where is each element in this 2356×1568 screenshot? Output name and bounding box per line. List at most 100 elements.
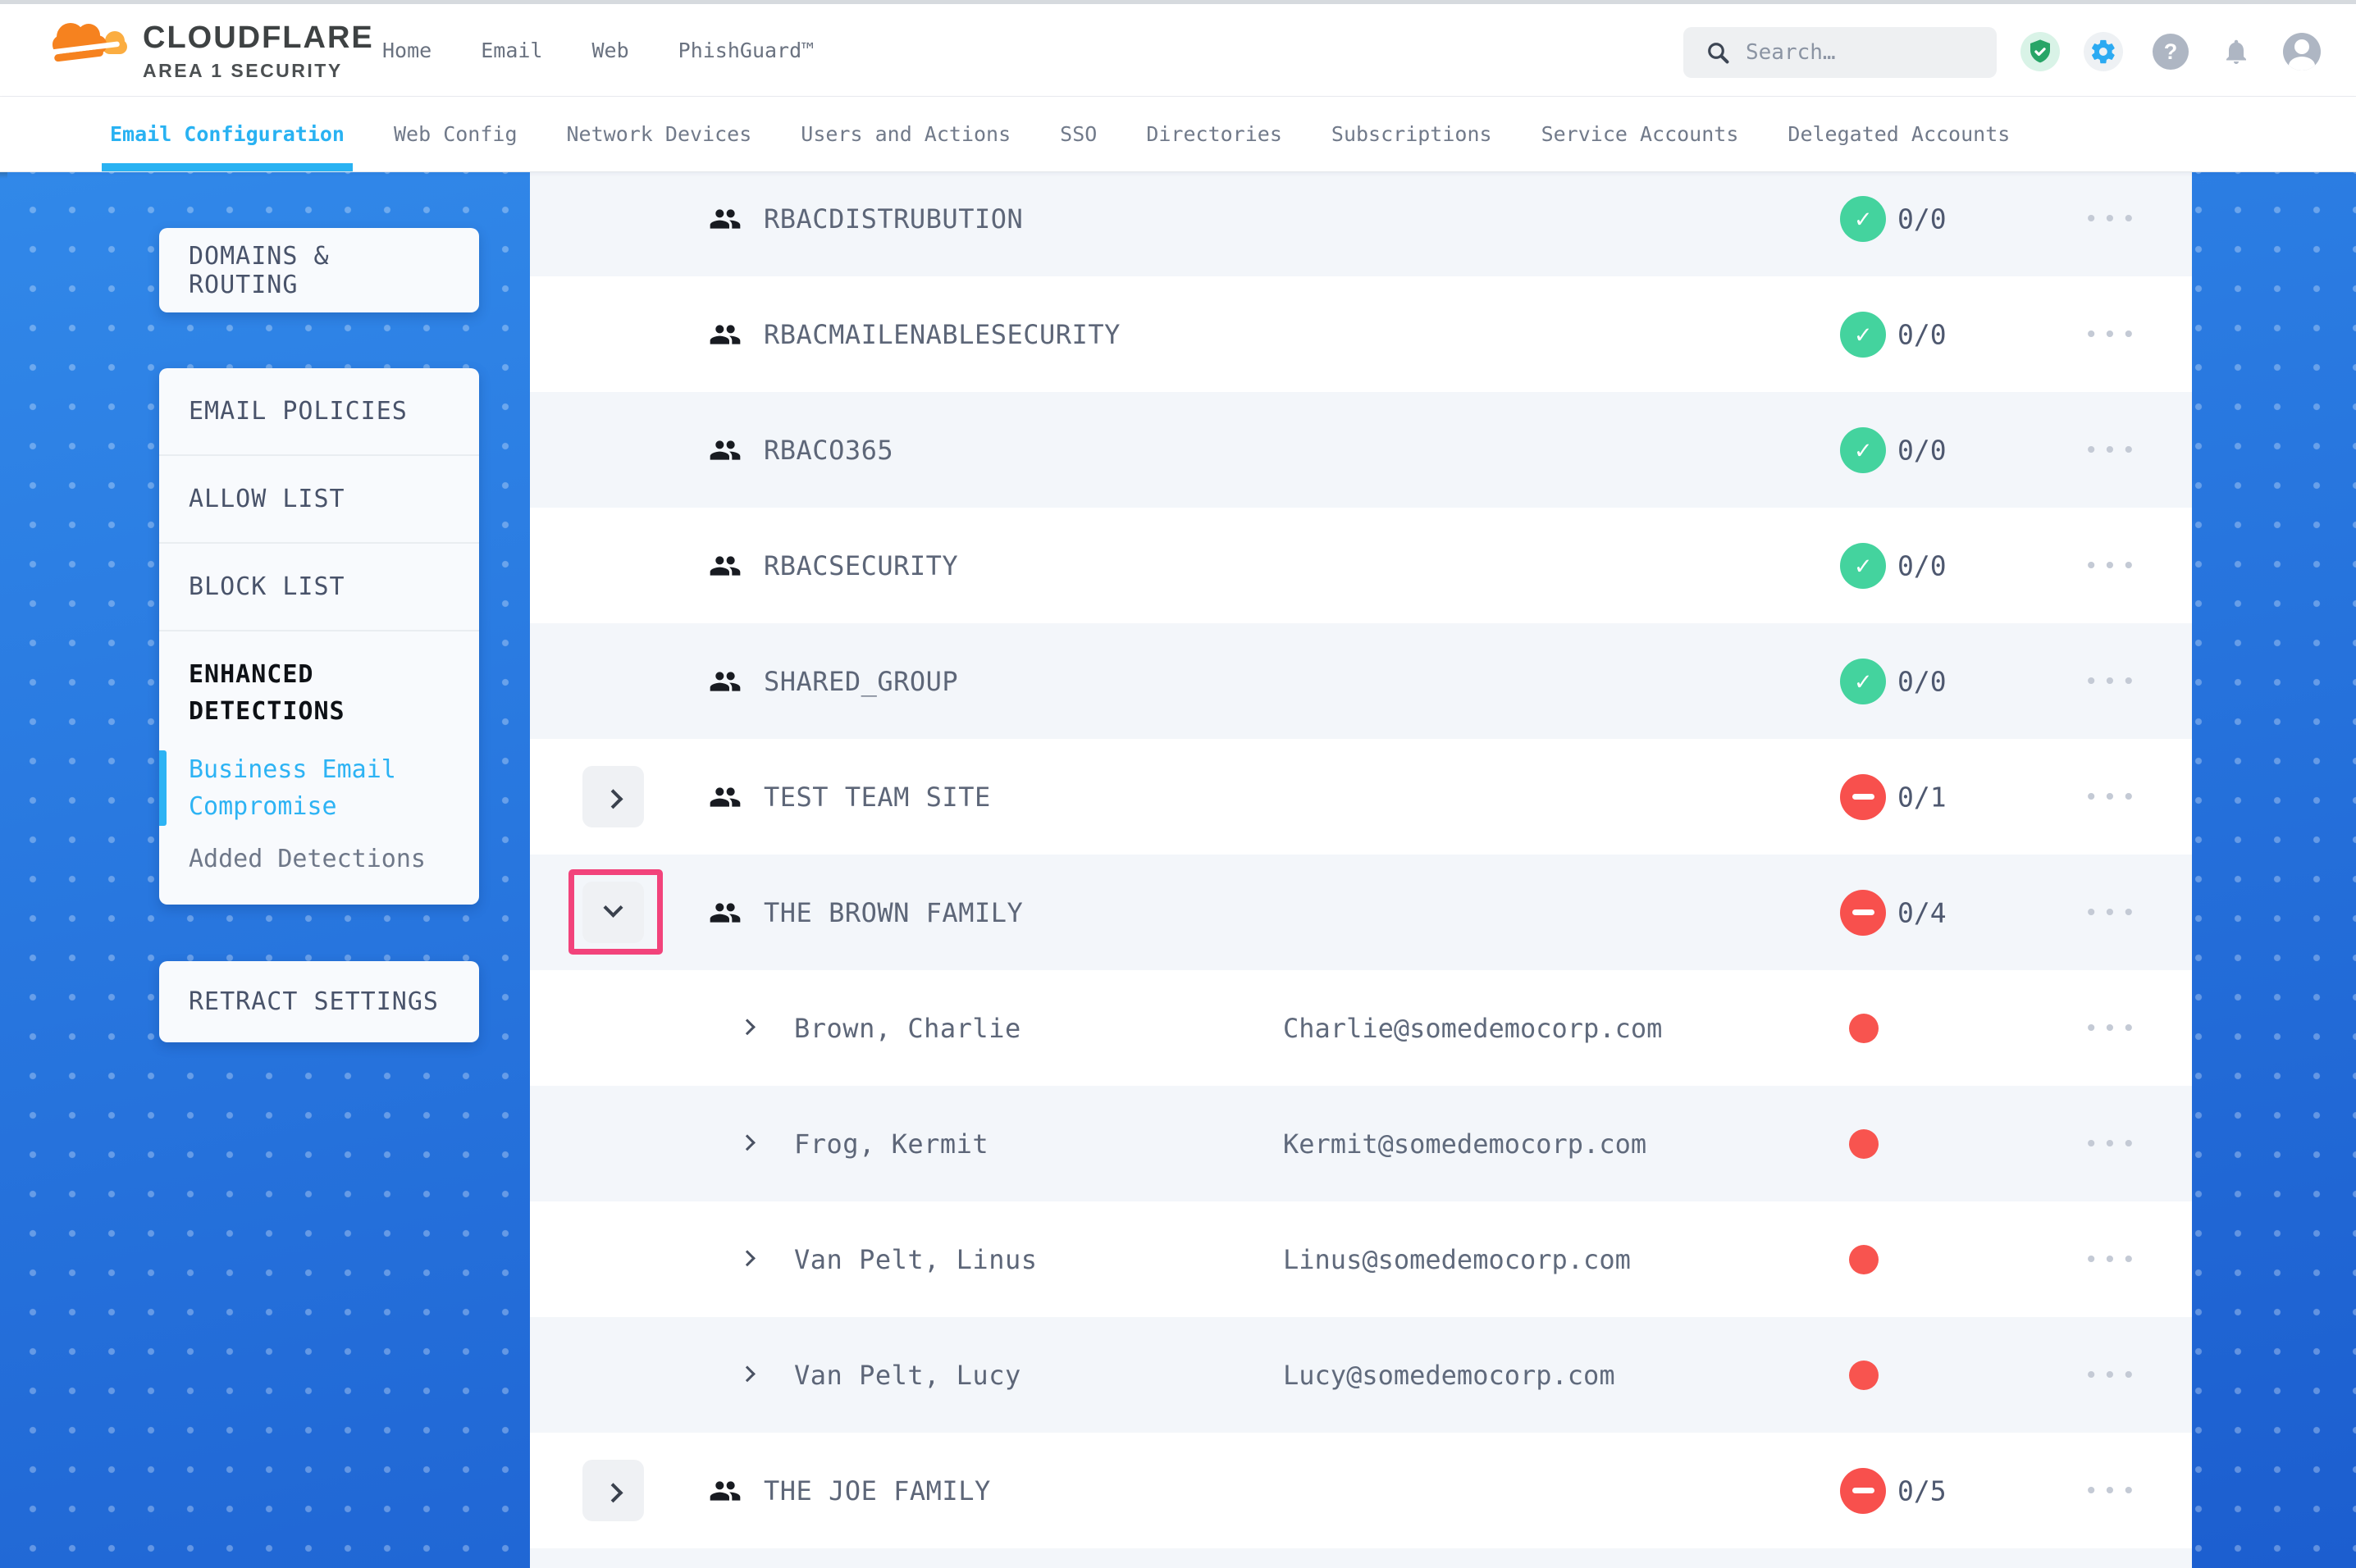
- member-count: 0/5: [1897, 1475, 1947, 1506]
- tab-label: Directories: [1146, 122, 1282, 146]
- tab-service-accounts[interactable]: Service Accounts: [1541, 97, 1739, 171]
- member-email: Kermit@somedemocorp.com: [1283, 1128, 1646, 1160]
- member-count: 0/0: [1897, 549, 1947, 581]
- window-top-strip: [0, 0, 2356, 4]
- status-badge-blocked: [1840, 1468, 1886, 1514]
- table-row-partial: [530, 1548, 2192, 1568]
- domains-routing-label: DOMAINS & ROUTING: [189, 242, 450, 299]
- enhanced-detections-header: ENHANCED DETECTIONS: [189, 656, 459, 730]
- tab-users-and-actions[interactable]: Users and Actions: [801, 97, 1011, 171]
- search-input[interactable]: [1746, 40, 1975, 65]
- member-count: 0/0: [1897, 203, 1947, 235]
- row-actions-menu[interactable]: •••: [2067, 1477, 2157, 1504]
- group-icon: [705, 896, 745, 929]
- tab-directories[interactable]: Directories: [1146, 97, 1282, 171]
- member-name: Frog, Kermit: [794, 1128, 989, 1160]
- status-badge-pass: ✓: [1840, 659, 1886, 704]
- chevron-right-icon[interactable]: [739, 1134, 756, 1151]
- sidebar-item-email-policies[interactable]: EMAIL POLICIES: [159, 368, 479, 456]
- sidebar-item-added-detections[interactable]: Added Detections: [189, 845, 450, 873]
- table-row-group: RBACSECURITY✓0/0•••: [530, 508, 2192, 623]
- row-actions-menu[interactable]: •••: [2067, 1014, 2157, 1042]
- status-dot-alert: [1849, 1245, 1879, 1274]
- minus-glyph: [1852, 794, 1874, 800]
- member-count: 0/1: [1897, 781, 1947, 813]
- row-actions-menu[interactable]: •••: [2067, 899, 2157, 926]
- tab-delegated-accounts[interactable]: Delegated Accounts: [1788, 97, 2010, 171]
- nav-item-phishguard[interactable]: PhishGuard™: [678, 39, 815, 62]
- member-count: 0/0: [1897, 318, 1947, 350]
- table-row-member: Van Pelt, LucyLucy@somedemocorp.com•••: [530, 1317, 2192, 1433]
- member-name: Brown, Charlie: [794, 1013, 1021, 1044]
- member-name: Van Pelt, Linus: [794, 1244, 1037, 1275]
- row-actions-menu[interactable]: •••: [2067, 1130, 2157, 1157]
- group-icon: [705, 434, 745, 467]
- group-name: RBACMAILENABLESECURITY: [764, 319, 1121, 350]
- account-avatar-icon[interactable]: [2282, 32, 2322, 71]
- sidebar-item-allow-list[interactable]: ALLOW LIST: [159, 456, 479, 544]
- tab-label: Network Devices: [567, 122, 752, 146]
- tab-sso[interactable]: SSO: [1060, 97, 1097, 171]
- app-background: CLOUDFLARE AREA 1 SECURITY Home Email Web P…: [0, 0, 2356, 1568]
- member-name: Van Pelt, Lucy: [794, 1360, 1021, 1391]
- tab-network-devices[interactable]: Network Devices: [567, 97, 752, 171]
- row-actions-menu[interactable]: •••: [2067, 783, 2157, 810]
- expand-toggle-button[interactable]: [582, 766, 644, 827]
- table-row-group: TEST TEAM SITE 0/1 •••: [530, 739, 2192, 855]
- tab-label: Email Configuration: [110, 122, 345, 146]
- nav-item-email[interactable]: Email: [481, 39, 542, 62]
- protection-shield-icon[interactable]: [2020, 32, 2060, 71]
- nav-item-web[interactable]: Web: [591, 39, 628, 62]
- settings-gear-icon[interactable]: [2084, 32, 2123, 71]
- expand-toggle-button[interactable]: [582, 1460, 644, 1521]
- sidebar-item-business-email-compromise[interactable]: Business Email Compromise: [189, 751, 468, 825]
- tab-label: SSO: [1060, 122, 1097, 146]
- sidebar-item-domains-routing[interactable]: DOMAINS & ROUTING: [159, 228, 479, 312]
- cloudflare-logo[interactable]: CLOUDFLARE AREA 1 SECURITY: [43, 11, 374, 82]
- row-actions-menu[interactable]: •••: [2067, 321, 2157, 348]
- chevron-right-icon[interactable]: [739, 1019, 756, 1035]
- tab-label: Delegated Accounts: [1788, 122, 2010, 146]
- table-row-group: THE BROWN FAMILY0/4•••: [530, 855, 2192, 970]
- table-row-member: Brown, CharlieCharlie@somedemocorp.com••…: [530, 970, 2192, 1086]
- member-count: 0/0: [1897, 665, 1947, 697]
- table-row-group: SHARED_GROUP✓0/0•••: [530, 623, 2192, 739]
- group-icon: [705, 1475, 745, 1507]
- status-badge-pass: ✓: [1840, 543, 1886, 589]
- row-actions-menu[interactable]: •••: [2067, 205, 2157, 232]
- group-name: TEST TEAM SITE: [764, 782, 991, 813]
- status-badge-pass: ✓: [1840, 312, 1886, 358]
- status-dot-alert: [1849, 1014, 1879, 1043]
- group-icon: [705, 549, 745, 582]
- minus-glyph: [1852, 1488, 1874, 1493]
- directory-rows: RBACDISTRUBUTION✓0/0•••RBACMAILENABLESEC…: [530, 172, 2192, 1568]
- table-row-member: Frog, Kermit Kermit@somedemocorp.com •••: [530, 1086, 2192, 1201]
- tab-label: Subscriptions: [1331, 122, 1492, 146]
- group-name: RBACO365: [764, 435, 893, 466]
- tab-email-configuration[interactable]: Email Configuration: [110, 97, 345, 171]
- table-row-member: Van Pelt, LinusLinus@somedemocorp.com•••: [530, 1201, 2192, 1317]
- row-actions-menu[interactable]: •••: [2067, 552, 2157, 579]
- row-actions-menu[interactable]: •••: [2067, 1361, 2157, 1388]
- group-icon: [705, 781, 745, 814]
- tab-label: Users and Actions: [801, 122, 1011, 146]
- tab-subscriptions[interactable]: Subscriptions: [1331, 97, 1492, 171]
- search-box[interactable]: [1683, 27, 1997, 78]
- help-icon[interactable]: ?: [2151, 32, 2190, 71]
- tab-web-config[interactable]: Web Config: [394, 97, 518, 171]
- row-actions-menu[interactable]: •••: [2067, 436, 2157, 463]
- notifications-bell-icon[interactable]: [2217, 32, 2256, 71]
- row-actions-menu[interactable]: •••: [2067, 668, 2157, 695]
- status-badge-pass: ✓: [1840, 196, 1886, 242]
- nav-item-home[interactable]: Home: [382, 39, 431, 62]
- sidebar-item-block-list[interactable]: BLOCK LIST: [159, 544, 479, 631]
- retract-settings-label: RETRACT SETTINGS: [189, 987, 439, 1016]
- chevron-right-icon[interactable]: [739, 1250, 756, 1266]
- group-icon: [705, 318, 745, 351]
- block-list-label: BLOCK LIST: [189, 572, 345, 601]
- annotation-highlight-box: [568, 869, 663, 955]
- chevron-right-icon[interactable]: [739, 1365, 756, 1382]
- sidebar-item-retract-settings[interactable]: RETRACT SETTINGS: [159, 961, 479, 1042]
- cloudflare-cloud-icon: [43, 16, 133, 62]
- row-actions-menu[interactable]: •••: [2067, 1246, 2157, 1273]
